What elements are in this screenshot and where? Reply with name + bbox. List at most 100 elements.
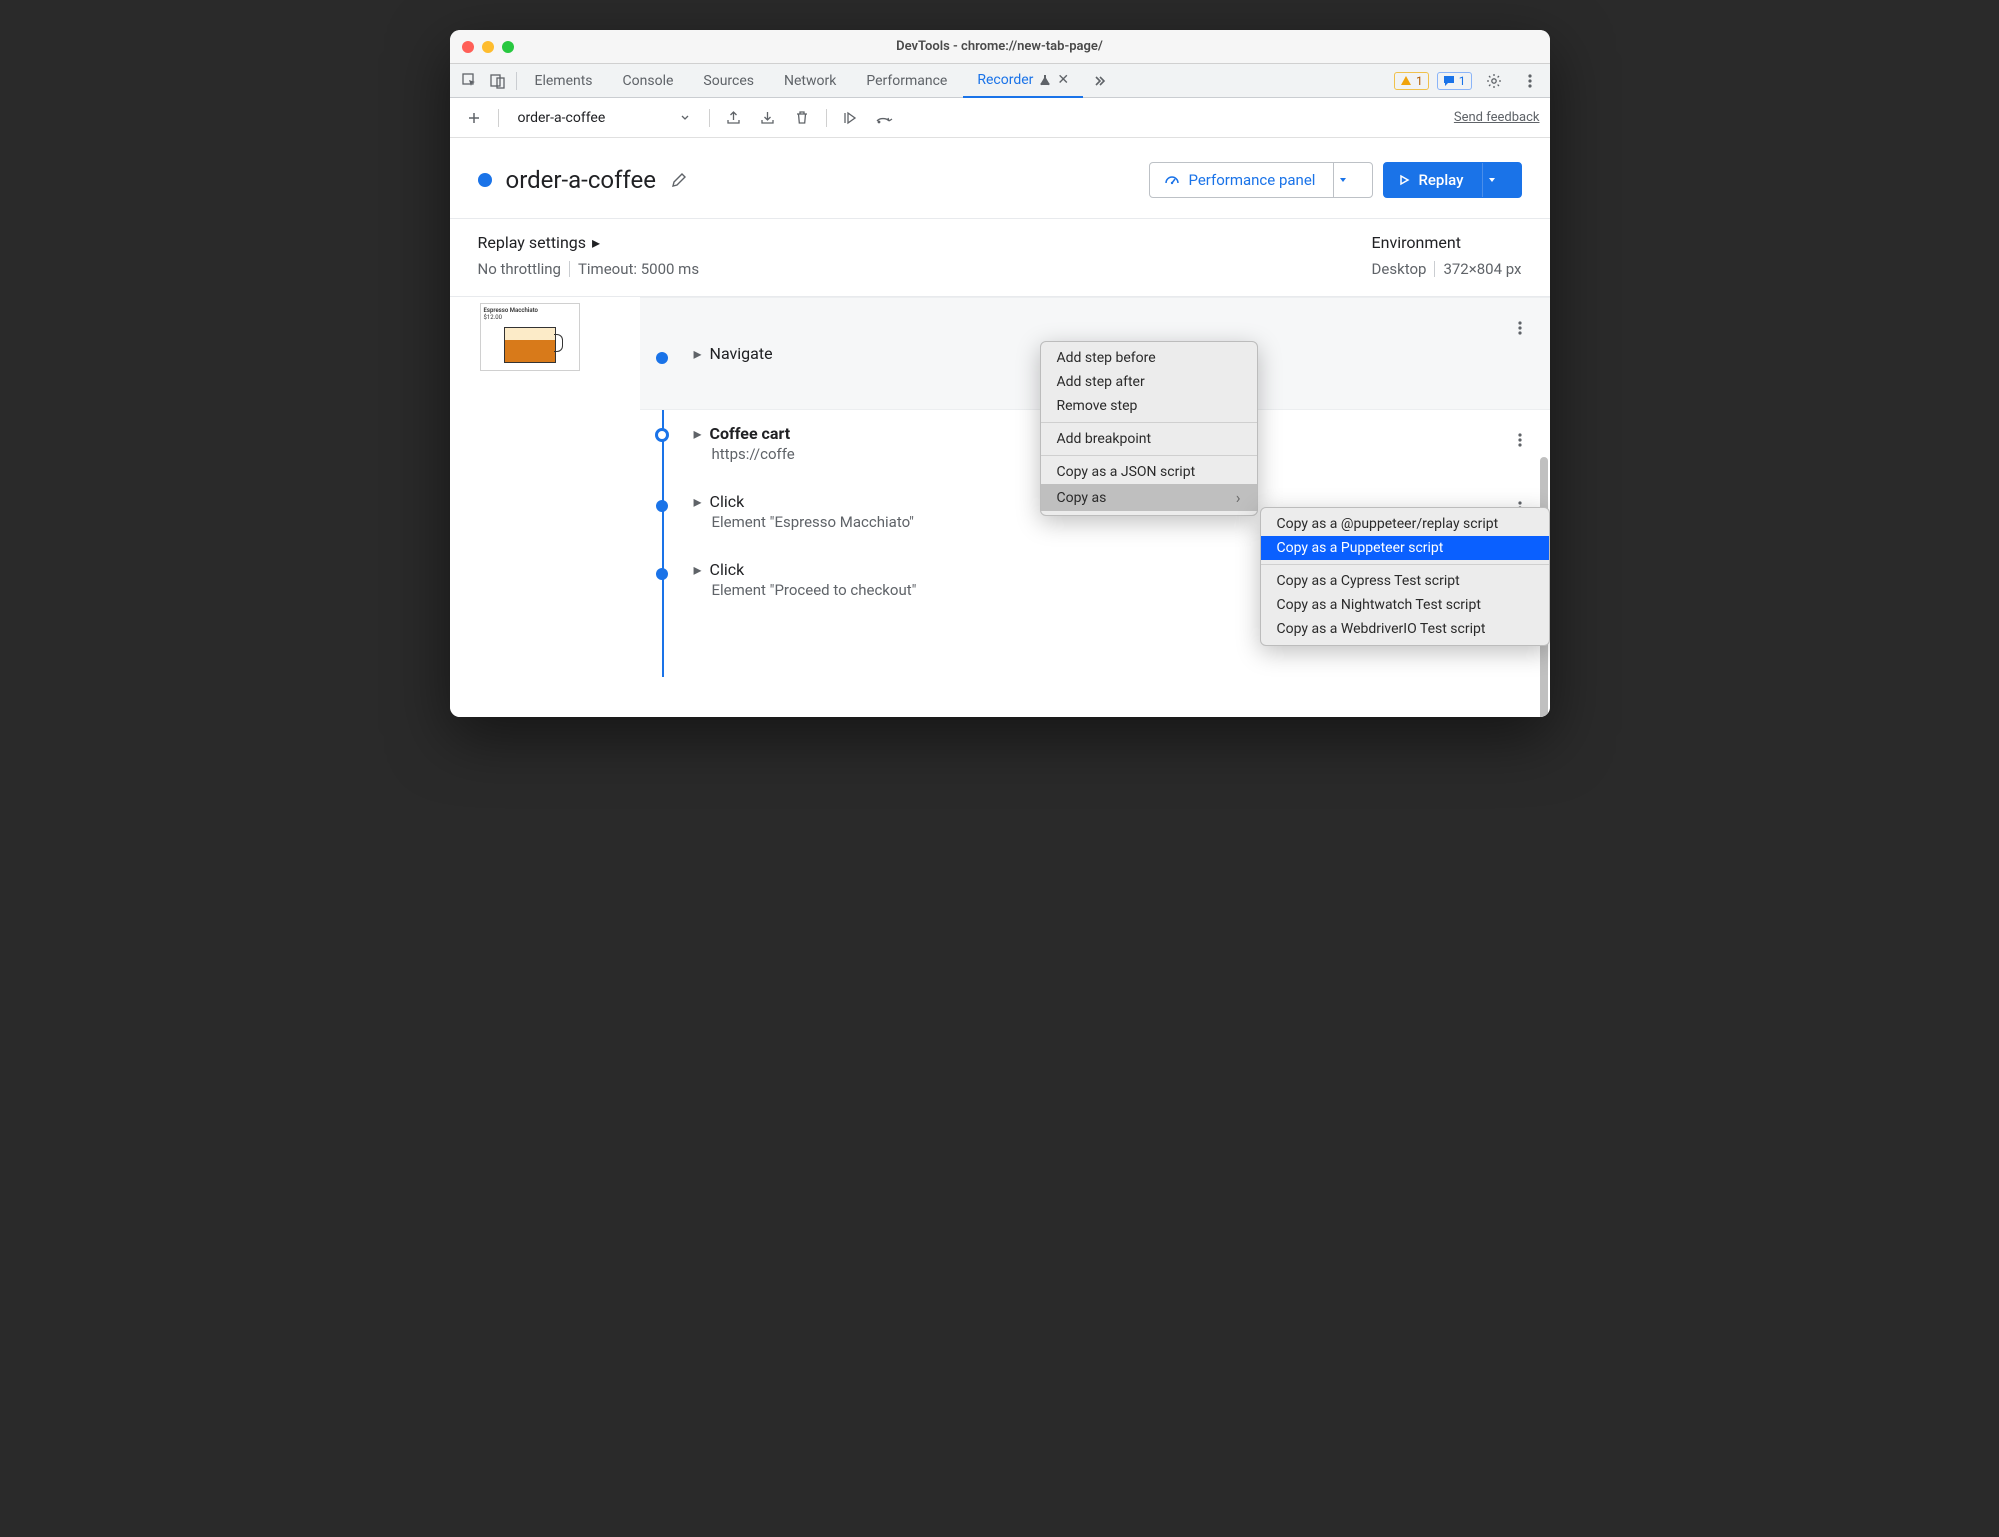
step-context-menu: Add step before Add step after Remove st… xyxy=(1040,341,1258,516)
continue-icon[interactable] xyxy=(837,104,865,132)
header-right: Performance panel Replay xyxy=(1149,162,1521,198)
step-node xyxy=(656,500,668,512)
step-node xyxy=(655,428,669,442)
chevron-right-icon: ▸ xyxy=(592,233,600,252)
more-menu-icon[interactable] xyxy=(1516,67,1544,95)
tab-sources[interactable]: Sources xyxy=(689,64,768,98)
gauge-icon xyxy=(1164,172,1180,188)
inspect-element-icon[interactable] xyxy=(456,67,484,95)
divider xyxy=(826,109,827,127)
device-toolbar-icon[interactable] xyxy=(484,67,512,95)
expand-arrow-icon[interactable]: ▸ xyxy=(694,344,702,363)
environment-values: Desktop 372×804 px xyxy=(1372,260,1522,278)
tab-console[interactable]: Console xyxy=(609,64,688,98)
step-label: Coffee cart xyxy=(710,424,791,443)
export-icon[interactable] xyxy=(720,104,748,132)
recording-selector[interactable]: order-a-coffee xyxy=(509,105,699,131)
expand-arrow-icon[interactable]: ▸ xyxy=(694,424,702,443)
warning-count: 1 xyxy=(1416,74,1423,88)
tab-network[interactable]: Network xyxy=(770,64,850,98)
new-recording-icon[interactable] xyxy=(460,104,488,132)
dimensions-value: 372×804 px xyxy=(1443,260,1521,278)
divider xyxy=(709,109,710,127)
tabstrip: Elements Console Sources Network Perform… xyxy=(450,64,1550,98)
cup-icon xyxy=(504,327,556,363)
expand-arrow-icon[interactable]: ▸ xyxy=(694,560,702,579)
thumb-price: $12.00 xyxy=(484,314,576,321)
step-icon[interactable] xyxy=(871,104,899,132)
menu-divider xyxy=(1261,564,1549,565)
throttling-value[interactable]: No throttling xyxy=(478,260,561,278)
tabstrip-right: 1 1 xyxy=(1394,67,1544,95)
recorder-toolbar: order-a-coffee Send feedback xyxy=(450,98,1550,138)
divider xyxy=(1434,261,1435,277)
import-icon[interactable] xyxy=(754,104,782,132)
settings-strip: Replay settings ▸ No throttling Timeout:… xyxy=(450,219,1550,297)
recording-header: order-a-coffee Performance panel R xyxy=(450,138,1550,219)
tab-recorder[interactable]: Recorder ✕ xyxy=(963,64,1083,98)
tab-elements[interactable]: Elements xyxy=(521,64,607,98)
replay-settings-label: Replay settings xyxy=(478,233,587,252)
maximize-window-button[interactable] xyxy=(502,41,514,53)
menu-copy-webdriverio[interactable]: Copy as a WebdriverIO Test script xyxy=(1261,617,1549,641)
menu-add-step-before[interactable]: Add step before xyxy=(1041,346,1257,370)
menu-divider xyxy=(1041,422,1257,423)
menu-copy-json[interactable]: Copy as a JSON script xyxy=(1041,460,1257,484)
menu-copy-cypress[interactable]: Copy as a Cypress Test script xyxy=(1261,569,1549,593)
recording-title: order-a-coffee xyxy=(506,166,656,194)
recording-dot-icon xyxy=(478,173,492,187)
step-thumbnail: Espresso Macchiato $12.00 xyxy=(480,303,580,371)
edit-title-icon[interactable] xyxy=(670,171,688,189)
step-label: Click xyxy=(710,492,745,511)
close-window-button[interactable] xyxy=(462,41,474,53)
expand-arrow-icon[interactable]: ▸ xyxy=(694,492,702,511)
step-menu-icon[interactable] xyxy=(1508,428,1532,452)
replay-dropdown[interactable] xyxy=(1477,175,1507,185)
device-value: Desktop xyxy=(1372,260,1427,278)
send-feedback-link[interactable]: Send feedback xyxy=(1454,110,1540,125)
menu-copy-puppeteer[interactable]: Copy as a Puppeteer script xyxy=(1261,536,1549,560)
warning-icon xyxy=(1400,75,1412,87)
more-tabs-icon[interactable] xyxy=(1085,67,1113,95)
environment-heading: Environment xyxy=(1372,233,1522,252)
performance-panel-dropdown[interactable] xyxy=(1328,175,1358,185)
settings-gear-icon[interactable] xyxy=(1480,67,1508,95)
thumbnail-column: Espresso Macchiato $12.00 xyxy=(450,297,640,717)
menu-divider xyxy=(1041,455,1257,456)
menu-add-breakpoint[interactable]: Add breakpoint xyxy=(1041,427,1257,451)
performance-panel-button[interactable]: Performance panel xyxy=(1149,162,1373,198)
divider xyxy=(516,72,517,90)
warnings-badge[interactable]: 1 xyxy=(1394,72,1429,90)
replay-settings-values: No throttling Timeout: 5000 ms xyxy=(478,260,700,278)
panel-tabs: Elements Console Sources Network Perform… xyxy=(521,64,1395,98)
menu-add-step-after[interactable]: Add step after xyxy=(1041,370,1257,394)
divider xyxy=(569,261,570,277)
header-left: order-a-coffee xyxy=(478,166,688,194)
menu-remove-step[interactable]: Remove step xyxy=(1041,394,1257,418)
replay-settings-heading[interactable]: Replay settings ▸ xyxy=(478,233,700,252)
tab-performance[interactable]: Performance xyxy=(852,64,961,98)
timeline-body: Espresso Macchiato $12.00 ▸ Navigate xyxy=(450,297,1550,717)
message-icon xyxy=(1443,75,1455,87)
close-tab-icon[interactable]: ✕ xyxy=(1057,72,1069,88)
delete-icon[interactable] xyxy=(788,104,816,132)
recording-selector-label: order-a-coffee xyxy=(518,110,606,126)
menu-copy-puppeteer-replay[interactable]: Copy as a @puppeteer/replay script xyxy=(1261,512,1549,536)
performance-panel-label: Performance panel xyxy=(1188,171,1315,189)
menu-copy-as[interactable]: Copy as xyxy=(1041,484,1257,511)
timeout-value[interactable]: Timeout: 5000 ms xyxy=(578,260,699,278)
menu-copy-as-label: Copy as xyxy=(1057,490,1107,506)
tab-recorder-label: Recorder xyxy=(977,72,1033,88)
chevron-down-icon xyxy=(680,113,690,123)
replay-settings-group: Replay settings ▸ No throttling Timeout:… xyxy=(478,233,700,278)
step-menu-icon[interactable] xyxy=(1508,316,1532,340)
environment-group: Environment Desktop 372×804 px xyxy=(1372,233,1522,278)
issues-badge[interactable]: 1 xyxy=(1437,72,1472,90)
step-node xyxy=(656,352,668,364)
replay-button[interactable]: Replay xyxy=(1383,162,1521,198)
divider xyxy=(498,109,499,127)
minimize-window-button[interactable] xyxy=(482,41,494,53)
menu-copy-nightwatch[interactable]: Copy as a Nightwatch Test script xyxy=(1261,593,1549,617)
flask-icon xyxy=(1039,74,1051,86)
play-icon xyxy=(1398,174,1410,186)
